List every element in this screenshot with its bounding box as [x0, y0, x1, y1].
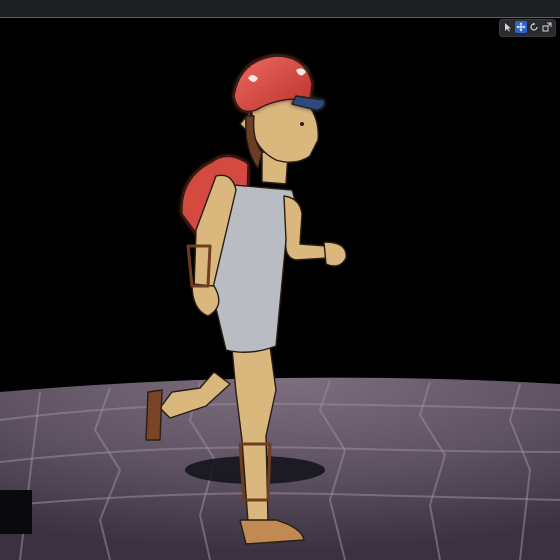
- 3d-viewport[interactable]: [0, 0, 560, 560]
- front-arm: [283, 195, 329, 261]
- front-hand: [323, 241, 347, 267]
- eye: [300, 122, 304, 126]
- back-sandal: [145, 389, 163, 441]
- back-hand: [191, 283, 220, 317]
- scene-render: [0, 55, 560, 560]
- dark-object: [0, 490, 32, 534]
